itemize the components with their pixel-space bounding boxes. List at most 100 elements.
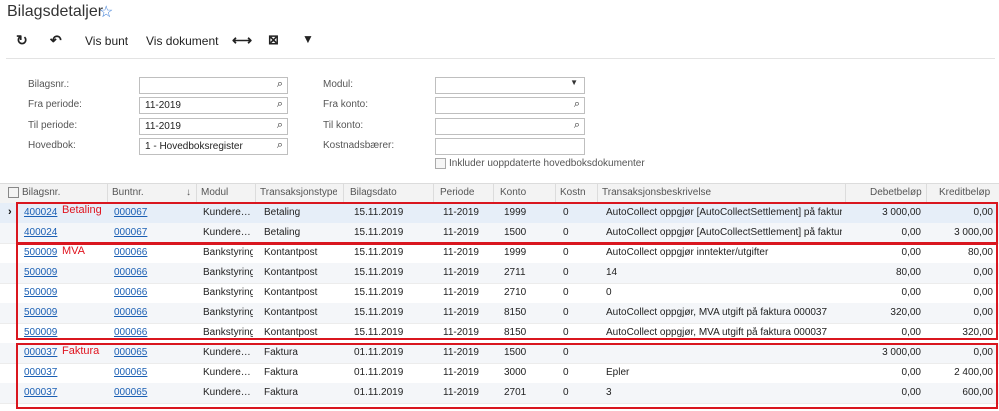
include-checkbox[interactable] [435, 158, 446, 169]
grid-header: Bilagsnr. Buntnr. ↓ Modul Transaksjonsty… [0, 183, 999, 204]
column-chooser-icon[interactable] [8, 187, 19, 198]
buntnr-cell[interactable]: 000067 [114, 207, 174, 218]
col-kreditbelop[interactable]: Kreditbeløp [939, 187, 990, 198]
transaksjonstype-cell: Kontantpost [264, 287, 318, 298]
transaksjonstype-cell: Faktura [264, 367, 298, 378]
modul-label: Modul: [323, 79, 354, 90]
col-debetbelop[interactable]: Debetbeløp [870, 187, 922, 198]
buntnr-cell[interactable]: 000065 [114, 347, 174, 358]
beskrivelse-cell: AutoCollect oppgjør, MVA utgift på faktu… [606, 327, 828, 338]
excel-export-icon[interactable]: ⊠ [268, 32, 279, 48]
search-icon[interactable]: ⌕ [277, 78, 283, 91]
undo-icon[interactable]: ↶ [50, 32, 62, 49]
modul-cell: Bankstyring [203, 267, 253, 278]
debet-cell: 0,00 [901, 227, 921, 238]
table-row[interactable]: 500009 000066 Bankstyring Kontantpost 15.11.… [0, 243, 999, 264]
periode-cell: 11-2019 [443, 387, 479, 398]
debet-cell: 320,00 [890, 307, 921, 318]
transaksjonstype-cell: Betaling [264, 227, 301, 238]
debet-cell: 0,00 [901, 387, 921, 398]
col-konto[interactable]: Konto [500, 187, 526, 198]
col-transaksjonstype[interactable]: Transaksjonstype [260, 187, 337, 198]
table-row[interactable]: 500009 000066 Bankstyring Kontantpost 15.11.… [0, 323, 999, 344]
bilagsnr-cell[interactable]: 500009 [24, 327, 84, 338]
kostn-cell: 0 [563, 347, 569, 358]
table-row[interactable]: 000037 000065 Kundere… Faktura 01.11.2019 11-… [0, 383, 999, 404]
vis-dokument-button[interactable]: Vis dokument [146, 34, 219, 48]
beskrivelse-cell: AutoCollect oppgjør [AutoCollectSettleme… [606, 227, 842, 238]
bilagsnr-input[interactable]: ⌕ [139, 77, 288, 94]
search-icon[interactable]: ⌕ [574, 98, 580, 111]
buntnr-cell[interactable]: 000066 [114, 247, 174, 258]
table-row[interactable]: 500009 000066 Bankstyring Kontantpost 15.11.… [0, 263, 999, 284]
search-icon[interactable]: ⌕ [574, 119, 580, 132]
buntnr-cell[interactable]: 000066 [114, 327, 174, 338]
bilagsnr-cell[interactable]: 400024 [24, 227, 84, 238]
refresh-icon[interactable]: ↻ [16, 32, 28, 49]
vis-bunt-button[interactable]: Vis bunt [85, 34, 128, 48]
table-row[interactable]: 500009 000066 Bankstyring Kontantpost 15.11.… [0, 283, 999, 304]
col-bilagsnr[interactable]: Bilagsnr. [22, 187, 60, 198]
col-transaksjonsbeskrivelse[interactable]: Transaksjonsbeskrivelse [602, 187, 711, 198]
kostnadsbaerer-input[interactable] [435, 138, 585, 155]
col-modul[interactable]: Modul [201, 187, 228, 198]
til-konto-input[interactable]: ⌕ [435, 118, 585, 135]
til-periode-label: Til periode: [28, 120, 78, 131]
search-icon[interactable]: ⌕ [277, 98, 283, 111]
bilagsnr-cell[interactable]: 000037 [24, 387, 84, 398]
bilagsdato-cell: 15.11.2019 [354, 207, 404, 218]
search-icon[interactable]: ⌕ [277, 139, 283, 152]
sort-desc-icon[interactable]: ↓ [186, 187, 191, 198]
table-row[interactable]: 000037 000065 Kundere… Faktura 01.11.2019 11-… [0, 343, 999, 364]
buntnr-cell[interactable]: 000067 [114, 227, 174, 238]
transaksjonstype-cell: Betaling [264, 207, 301, 218]
hovedbok-label: Hovedbok: [28, 140, 76, 151]
col-kostn[interactable]: Kostn [560, 187, 586, 198]
buntnr-cell[interactable]: 000066 [114, 307, 174, 318]
table-row[interactable]: 000037 000065 Kundere… Faktura 01.11.2019 11-… [0, 363, 999, 384]
hovedbok-value: 1 - Hovedboksregister [145, 141, 243, 152]
periode-cell: 11-2019 [443, 287, 479, 298]
buntnr-cell[interactable]: 000065 [114, 387, 174, 398]
filter-icon[interactable]: ▼ [302, 32, 314, 46]
table-row[interactable]: › 400024 000067 Kundere… Betaling 15.11.2019 1… [0, 203, 999, 224]
search-icon[interactable]: ⌕ [277, 119, 283, 132]
beskrivelse-cell: Epler [606, 367, 630, 378]
bilagsdato-cell: 15.11.2019 [354, 287, 404, 298]
fit-columns-icon[interactable]: ⟷ [232, 32, 252, 49]
kredit-cell: 0,00 [973, 207, 993, 218]
debet-cell: 3 000,00 [882, 207, 921, 218]
col-buntnr[interactable]: Buntnr. [112, 187, 144, 198]
bilagsnr-cell[interactable]: 500009 [24, 287, 84, 298]
modul-cell: Kundere… [203, 387, 251, 398]
konto-cell: 8150 [504, 307, 527, 318]
bilagsnr-cell[interactable]: 000037 [24, 367, 84, 378]
col-bilagsdato[interactable]: Bilagsdato [350, 187, 397, 198]
fra-periode-input[interactable]: 11-2019 ⌕ [139, 97, 288, 114]
bilagsnr-cell[interactable]: 500009 [24, 307, 84, 318]
modul-cell: Bankstyring [203, 307, 253, 318]
buntnr-cell[interactable]: 000066 [114, 287, 174, 298]
periode-cell: 11-2019 [443, 207, 479, 218]
til-periode-input[interactable]: 11-2019 ⌕ [139, 118, 288, 135]
fra-konto-input[interactable]: ⌕ [435, 97, 585, 114]
modul-select[interactable]: ▼ [435, 77, 585, 94]
fra-konto-label: Fra konto: [323, 99, 369, 110]
buntnr-cell[interactable]: 000065 [114, 367, 174, 378]
transaksjonstype-cell: Kontantpost [264, 307, 318, 318]
konto-cell: 2710 [504, 287, 527, 298]
star-outline-icon[interactable]: ☆ [99, 2, 113, 22]
bilagsnr-cell[interactable]: 500009 [24, 267, 84, 278]
til-periode-value: 11-2019 [145, 121, 181, 132]
konto-cell: 2701 [504, 387, 527, 398]
chevron-down-icon[interactable]: ▼ [570, 78, 578, 87]
col-periode[interactable]: Periode [440, 187, 474, 198]
kostn-cell: 0 [563, 387, 569, 398]
bilagsdato-cell: 01.11.2019 [354, 347, 404, 358]
table-row[interactable]: 400024 000067 Kundere… Betaling 15.11.2019 11… [0, 223, 999, 244]
table-row[interactable]: 500009 000066 Bankstyring Kontantpost 15.11.… [0, 303, 999, 324]
hovedbok-input[interactable]: 1 - Hovedboksregister ⌕ [139, 138, 288, 155]
buntnr-cell[interactable]: 000066 [114, 267, 174, 278]
include-label: Inkluder uoppdaterte hovedboksdokumenter [449, 158, 645, 169]
beskrivelse-cell: AutoCollect oppgjør, MVA utgift på faktu… [606, 307, 828, 318]
